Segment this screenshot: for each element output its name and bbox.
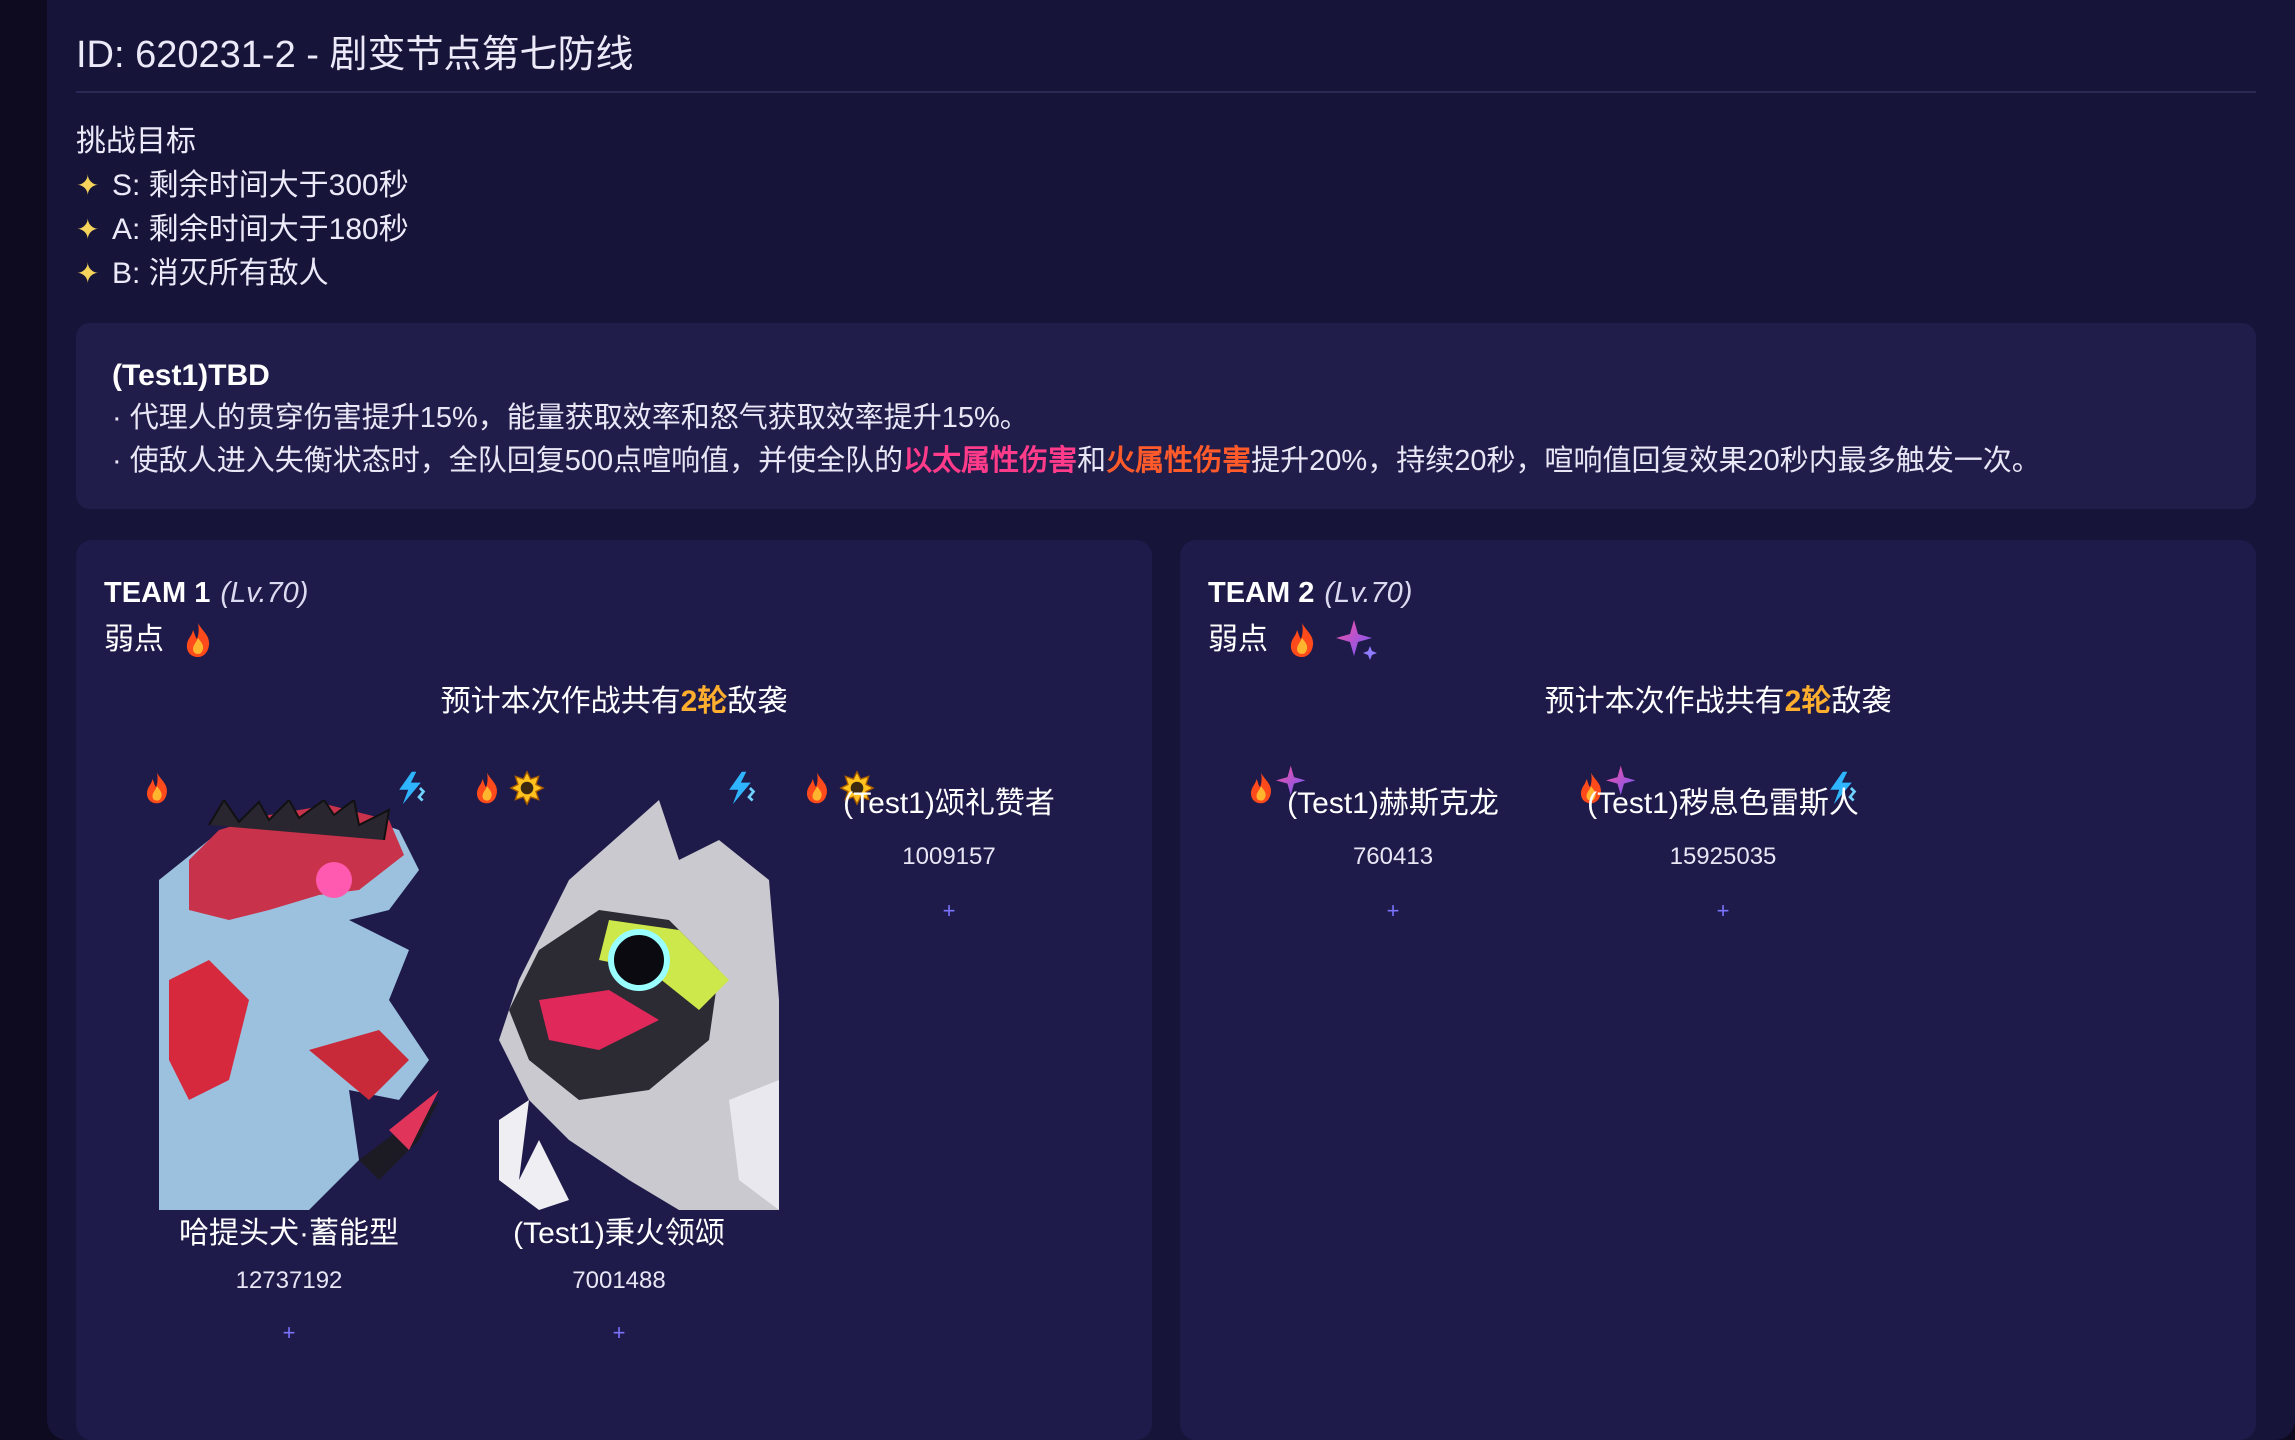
ether-damage-highlight: 以太属性伤害 [903,445,1078,477]
enemy-card[interactable]: (Test1)颂礼赞者 1009157 + [784,770,1114,970]
wave-text: 敌袭 [727,685,788,718]
wave-forecast: 预计本次作战共有2轮敌袭 [1180,680,2256,724]
page-title: ID: 620231-2 - 剧变节点第七防线 [76,34,634,76]
enemy-name: (Test1)赫斯克龙 [1287,787,1499,820]
team-title: TEAM 2 (Lv.70) [1208,572,1412,614]
fire-icon [1290,623,1314,657]
objective-text: B: 消灭所有敌人 [112,257,329,290]
expand-button[interactable]: + [1558,896,1888,926]
divider [76,91,2256,93]
team-level: (Lv.70) [220,577,309,609]
objective-row-b: ✦ B: 消灭所有敌人 [76,252,409,296]
team-2-card: TEAM 2 (Lv.70) 弱点 预计本次作战共有2轮敌袭 (Test1)赫斯克… [1180,540,2256,1440]
objective-text: A: 剩余时间大于180秒 [112,213,409,246]
team-1-card: TEAM 1 (Lv.70) 弱点 预计本次作战共有2轮敌袭 哈提头犬·蓄能型 1… [76,540,1152,1440]
buff-title: (Test1)TBD [112,359,270,392]
enemy-name: (Test1)秉火领颂 [513,1217,725,1250]
fire-icon [186,623,210,657]
weakness-row: 弱点 [104,616,218,664]
enemy-hp: 7001488 [572,1267,666,1294]
star-icon: ✦ [76,214,100,245]
wave-text: 敌袭 [1831,685,1892,718]
enemy-card[interactable]: (Test1)秉火领颂 7001488 + [454,770,784,1350]
team-name: TEAM 2 [1208,577,1315,609]
enemy-name: (Test1)秽息色雷斯人 [1587,787,1859,820]
enemy-card[interactable]: (Test1)秽息色雷斯人 15925035 + [1558,765,1888,970]
objective-text: S: 剩余时间大于300秒 [112,169,409,202]
weakness-row: 弱点 [1208,616,1380,664]
wave-count: 2轮 [680,685,728,718]
expand-button[interactable]: + [454,1318,784,1348]
team-title: TEAM 1 (Lv.70) [104,572,308,614]
enemy-name: (Test1)颂礼赞者 [843,787,1055,820]
wave-count: 2轮 [1784,685,1832,718]
wave-forecast: 预计本次作战共有2轮敌袭 [76,680,1152,724]
team-level: (Lv.70) [1324,577,1413,609]
expand-button[interactable]: + [1228,896,1558,926]
objective-row-s: ✦ S: 剩余时间大于300秒 [76,164,409,208]
enemy-hp: 15925035 [1669,843,1777,870]
enemy-card[interactable]: (Test1)赫斯克龙 760413 + [1228,765,1558,970]
wave-text: 预计本次作战共有 [440,685,681,718]
star-icon: ✦ [76,258,100,289]
objective-row-a: ✦ A: 剩余时间大于180秒 [76,208,409,252]
enemy-card[interactable]: 哈提头犬·蓄能型 12737192 + [124,770,454,1350]
weakness-label: 弱点 [104,623,164,656]
wave-text: 预计本次作战共有 [1544,685,1785,718]
enemy-portrait [499,800,779,1210]
buff-card: (Test1)TBD · 代理人的贯穿伤害提升15%，能量获取效率和怒气获取效率… [76,323,2256,509]
expand-button[interactable]: + [124,1318,454,1348]
weakness-label: 弱点 [1208,623,1268,656]
enemy-hp: 1009157 [902,843,996,870]
team-name: TEAM 1 [104,577,211,609]
star-icon: ✦ [76,170,100,201]
buff-line-1: · 代理人的贯穿伤害提升15%，能量获取效率和怒气获取效率提升15%。 [112,402,1029,434]
enemy-hp: 12737192 [235,1267,343,1294]
challenge-objectives: 挑战目标 ✦ S: 剩余时间大于300秒 ✦ A: 剩余时间大于180秒 ✦ B… [76,120,409,296]
enemy-name: 哈提头犬·蓄能型 [179,1217,399,1250]
buff-text: 提升20%，持续20秒，喧响值回复效果20秒内最多触发一次。 [1251,445,2041,477]
objectives-heading: 挑战目标 [76,125,196,158]
expand-button[interactable]: + [784,896,1114,926]
enemy-portrait [159,800,439,1210]
fire-damage-highlight: 火属性伤害 [1106,445,1252,477]
buff-line-2: · 使敌人进入失衡状态时，全队回复500点喧响值，并使全队的以太属性伤害和火属性… [112,440,2041,482]
enemy-hp: 760413 [1352,843,1434,870]
buff-text: 和 [1077,445,1107,477]
buff-text: · 使敌人进入失衡状态时，全队回复500点喧响值，并使全队的 [112,445,904,477]
ether-sparkle-icon [1336,620,1377,660]
